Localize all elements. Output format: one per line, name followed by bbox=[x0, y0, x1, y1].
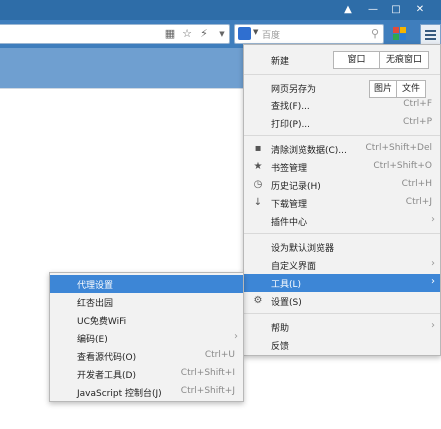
search-engine-icon[interactable] bbox=[238, 27, 251, 40]
submenu-item-devtools[interactable]: 开发者工具(D) Ctrl+Shift+I bbox=[50, 365, 243, 383]
lightning-icon[interactable]: ⚡ bbox=[197, 27, 211, 41]
chevron-right-icon: › bbox=[234, 331, 238, 342]
submenu-item-encoding[interactable]: 编码(E) › bbox=[50, 329, 243, 347]
chevron-right-icon: › bbox=[431, 258, 435, 269]
menu-item-feedback[interactable]: 反馈 bbox=[244, 336, 440, 354]
search-placeholder: 百度 bbox=[262, 31, 281, 41]
title-bar: ▲ — □ ✕ bbox=[0, 0, 441, 20]
new-window-button[interactable]: 窗口 bbox=[333, 51, 380, 69]
extension-icon[interactable] bbox=[391, 25, 409, 43]
close-icon[interactable]: ✕ bbox=[412, 2, 428, 17]
clock-icon: ◷ bbox=[253, 179, 263, 190]
address-bar[interactable]: ▦ ☆ ⚡ ▼ bbox=[0, 24, 230, 44]
submenu-item-uc-wifi[interactable]: UC免费WiFi bbox=[50, 311, 243, 329]
menu-item-history[interactable]: ◷ 历史记录(H) Ctrl+H bbox=[244, 176, 440, 194]
chevron-right-icon: › bbox=[431, 276, 435, 287]
trash-icon: ▪ bbox=[254, 143, 262, 154]
dropdown-icon[interactable]: ▼ bbox=[215, 27, 229, 41]
menu-item-bookmarks[interactable]: ★ 书签管理 Ctrl+Shift+O bbox=[244, 158, 440, 176]
tools-submenu: 代理设置 红杏出园 UC免费WiFi 编码(E) › 查看源代码(O) Ctrl… bbox=[49, 272, 244, 402]
divider bbox=[244, 74, 440, 75]
chevron-down-icon[interactable]: ▼ bbox=[253, 28, 258, 36]
menu-item-tools[interactable]: 工具(L) › bbox=[244, 274, 440, 292]
chevron-right-icon: › bbox=[431, 320, 435, 331]
qr-code-icon[interactable]: ▦ bbox=[163, 27, 177, 41]
divider bbox=[244, 135, 440, 136]
menu-item-find[interactable]: 查找(F)... Ctrl+F bbox=[244, 96, 440, 114]
submenu-item-js-console[interactable]: JavaScript 控制台(J) Ctrl+Shift+J bbox=[50, 383, 243, 401]
download-icon: ↓ bbox=[253, 197, 263, 208]
menu-item-print[interactable]: 打印(P)... Ctrl+P bbox=[244, 114, 440, 132]
divider bbox=[244, 313, 440, 314]
maximize-icon[interactable]: □ bbox=[388, 2, 404, 17]
new-incognito-button[interactable]: 无痕窗口 bbox=[379, 51, 429, 69]
minimize-icon[interactable]: — bbox=[365, 2, 381, 17]
submenu-item-proxy[interactable]: 代理设置 bbox=[50, 275, 243, 293]
menu-item-default-browser[interactable]: 设为默认浏览器 bbox=[244, 238, 440, 256]
menu-item-downloads[interactable]: ↓ 下载管理 Ctrl+J bbox=[244, 194, 440, 212]
menu-item-clear-data[interactable]: ▪ 清除浏览数据(C)... Ctrl+Shift+Del bbox=[244, 140, 440, 158]
main-menu-button[interactable] bbox=[420, 24, 441, 45]
menu-item-plugins[interactable]: 插件中心 › bbox=[244, 212, 440, 230]
divider bbox=[244, 233, 440, 234]
chevron-right-icon: › bbox=[431, 214, 435, 225]
submenu-item-view-source[interactable]: 查看源代码(O) Ctrl+U bbox=[50, 347, 243, 365]
star-icon: ★ bbox=[253, 161, 263, 172]
menu-item-settings[interactable]: ⚙ 设置(S) bbox=[244, 292, 440, 310]
search-bar[interactable]: ▼ 百度 ⚲ bbox=[234, 24, 384, 44]
gear-icon: ⚙ bbox=[253, 295, 263, 306]
skin-icon[interactable]: ▲ bbox=[340, 2, 356, 17]
main-menu: 新建 窗口 无痕窗口 网页另存为 图片 文件 查找(F)... Ctrl+F 打… bbox=[243, 44, 441, 356]
search-icon[interactable]: ⚲ bbox=[371, 27, 379, 40]
star-icon[interactable]: ☆ bbox=[180, 27, 194, 41]
submenu-item-red-apricot[interactable]: 红杏出园 bbox=[50, 293, 243, 311]
menu-item-customize[interactable]: 自定义界面 › bbox=[244, 256, 440, 274]
menu-item-help[interactable]: 帮助 › bbox=[244, 318, 440, 336]
